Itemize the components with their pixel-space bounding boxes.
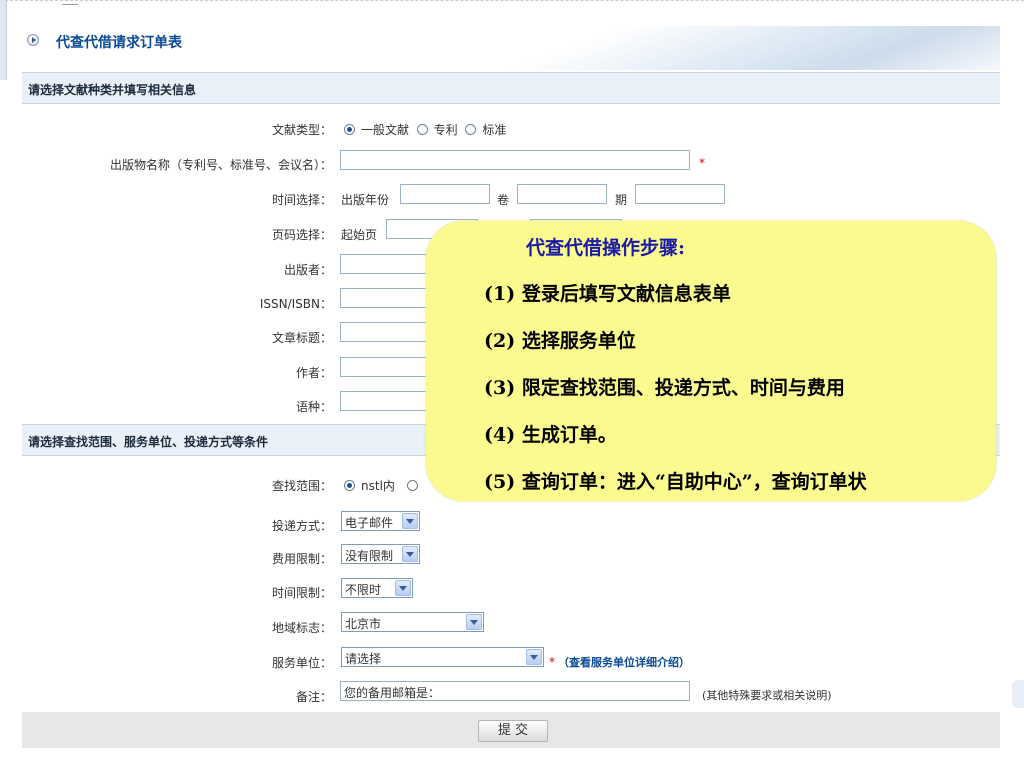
callout-step: (4) 生成订单。 xyxy=(484,424,617,446)
issn-label: ISSN/ISBN： xyxy=(259,297,332,311)
service-unit-select[interactable]: 请选择 xyxy=(341,647,544,667)
chevron-down-icon[interactable] xyxy=(402,513,418,529)
issue-label: 期 xyxy=(615,193,628,207)
page-select-label: 页码选择： xyxy=(271,228,332,242)
chevron-down-icon[interactable] xyxy=(466,614,482,630)
year-input[interactable] xyxy=(400,184,490,204)
required-mark: * xyxy=(549,655,555,669)
service-unit-details-link[interactable]: （查看服务单位详细介绍） xyxy=(558,654,690,670)
radio-selected-icon[interactable] xyxy=(344,124,355,135)
doc-type-radio-group: 一般文献 专利 标准 xyxy=(344,121,506,138)
callout-step: (5) 查询订单：进入“自助中心”，查询订单状 xyxy=(484,471,867,493)
right-edge-decoration xyxy=(1012,680,1024,708)
circle-arrow-icon xyxy=(27,34,39,46)
left-edge-bar xyxy=(0,0,7,80)
time-limit-label: 时间限制： xyxy=(271,586,332,600)
service-unit-label: 服务单位： xyxy=(271,656,332,670)
doc-type-standard-option[interactable]: 标准 xyxy=(465,123,506,137)
start-page-label: 起始页 xyxy=(341,228,378,242)
chevron-down-icon[interactable] xyxy=(402,546,418,562)
time-select-label: 时间选择： xyxy=(271,193,332,207)
doc-type-patent-option[interactable]: 专利 xyxy=(416,123,458,137)
page-title: 代查代借请求订单表 xyxy=(56,35,182,51)
doc-type-general-option[interactable]: 一般文献 xyxy=(344,123,409,137)
remark-label: 备注： xyxy=(295,690,332,704)
steps-callout: 代查代借操作步骤: (1) 登录后填写文献信息表单 (2) 选择服务单位 (3)… xyxy=(426,221,996,501)
issue-input[interactable] xyxy=(635,184,725,204)
section-title: 请选择文献种类并填写相关信息 xyxy=(28,83,197,97)
language-label: 语种： xyxy=(295,400,332,414)
callout-title: 代查代借操作步骤: xyxy=(526,237,686,259)
radio-icon[interactable] xyxy=(416,124,428,135)
submit-button[interactable]: 提 交 xyxy=(478,720,548,742)
remark-input[interactable]: 您的备用邮箱是： xyxy=(340,681,690,701)
callout-step: (2) 选择服务单位 xyxy=(484,330,636,352)
radio-icon[interactable] xyxy=(465,124,477,135)
year-label: 出版年份 xyxy=(341,193,390,207)
top-dashed-line xyxy=(0,0,1024,1)
article-title-label: 文章标题： xyxy=(271,331,332,345)
top-tick-mark xyxy=(62,0,78,5)
chevron-down-icon[interactable] xyxy=(395,580,411,596)
doc-type-label: 文献类型： xyxy=(271,123,332,137)
publication-name-label: 出版物名称（专利号、标准号、会议名）： xyxy=(109,158,332,172)
delivery-label: 投递方式： xyxy=(271,519,332,533)
chevron-down-icon[interactable] xyxy=(526,649,542,665)
volume-label: 卷 xyxy=(497,193,510,207)
publisher-label: 出版者： xyxy=(283,263,332,277)
section-header-document-info: 请选择文献种类并填写相关信息 xyxy=(22,72,1000,104)
search-scope-label: 查找范围： xyxy=(271,479,332,493)
fee-limit-label: 费用限制： xyxy=(271,552,332,566)
volume-input[interactable] xyxy=(517,184,607,204)
publication-name-input[interactable] xyxy=(340,150,690,170)
delivery-select[interactable]: 电子邮件 xyxy=(341,511,420,531)
region-select[interactable]: 北京市 xyxy=(341,612,484,632)
required-mark: * xyxy=(699,156,705,170)
callout-step: (1) 登录后填写文献信息表单 xyxy=(484,283,731,305)
callout-step: (3) 限定查找范围、投递方式、时间与费用 xyxy=(484,377,845,399)
author-label: 作者： xyxy=(295,366,332,380)
region-label: 地域标志： xyxy=(271,621,332,635)
time-limit-select[interactable]: 不限时 xyxy=(341,578,413,598)
search-scope-nstl-option[interactable]: nstl内 xyxy=(344,477,424,494)
radio-selected-icon[interactable] xyxy=(344,480,355,491)
fee-limit-select[interactable]: 没有限制 xyxy=(341,544,420,564)
section-title: 请选择查找范围、服务单位、投递方式等条件 xyxy=(28,435,269,449)
radio-icon[interactable] xyxy=(406,480,418,491)
remark-hint: (其他特殊要求或相关说明) xyxy=(702,689,832,702)
